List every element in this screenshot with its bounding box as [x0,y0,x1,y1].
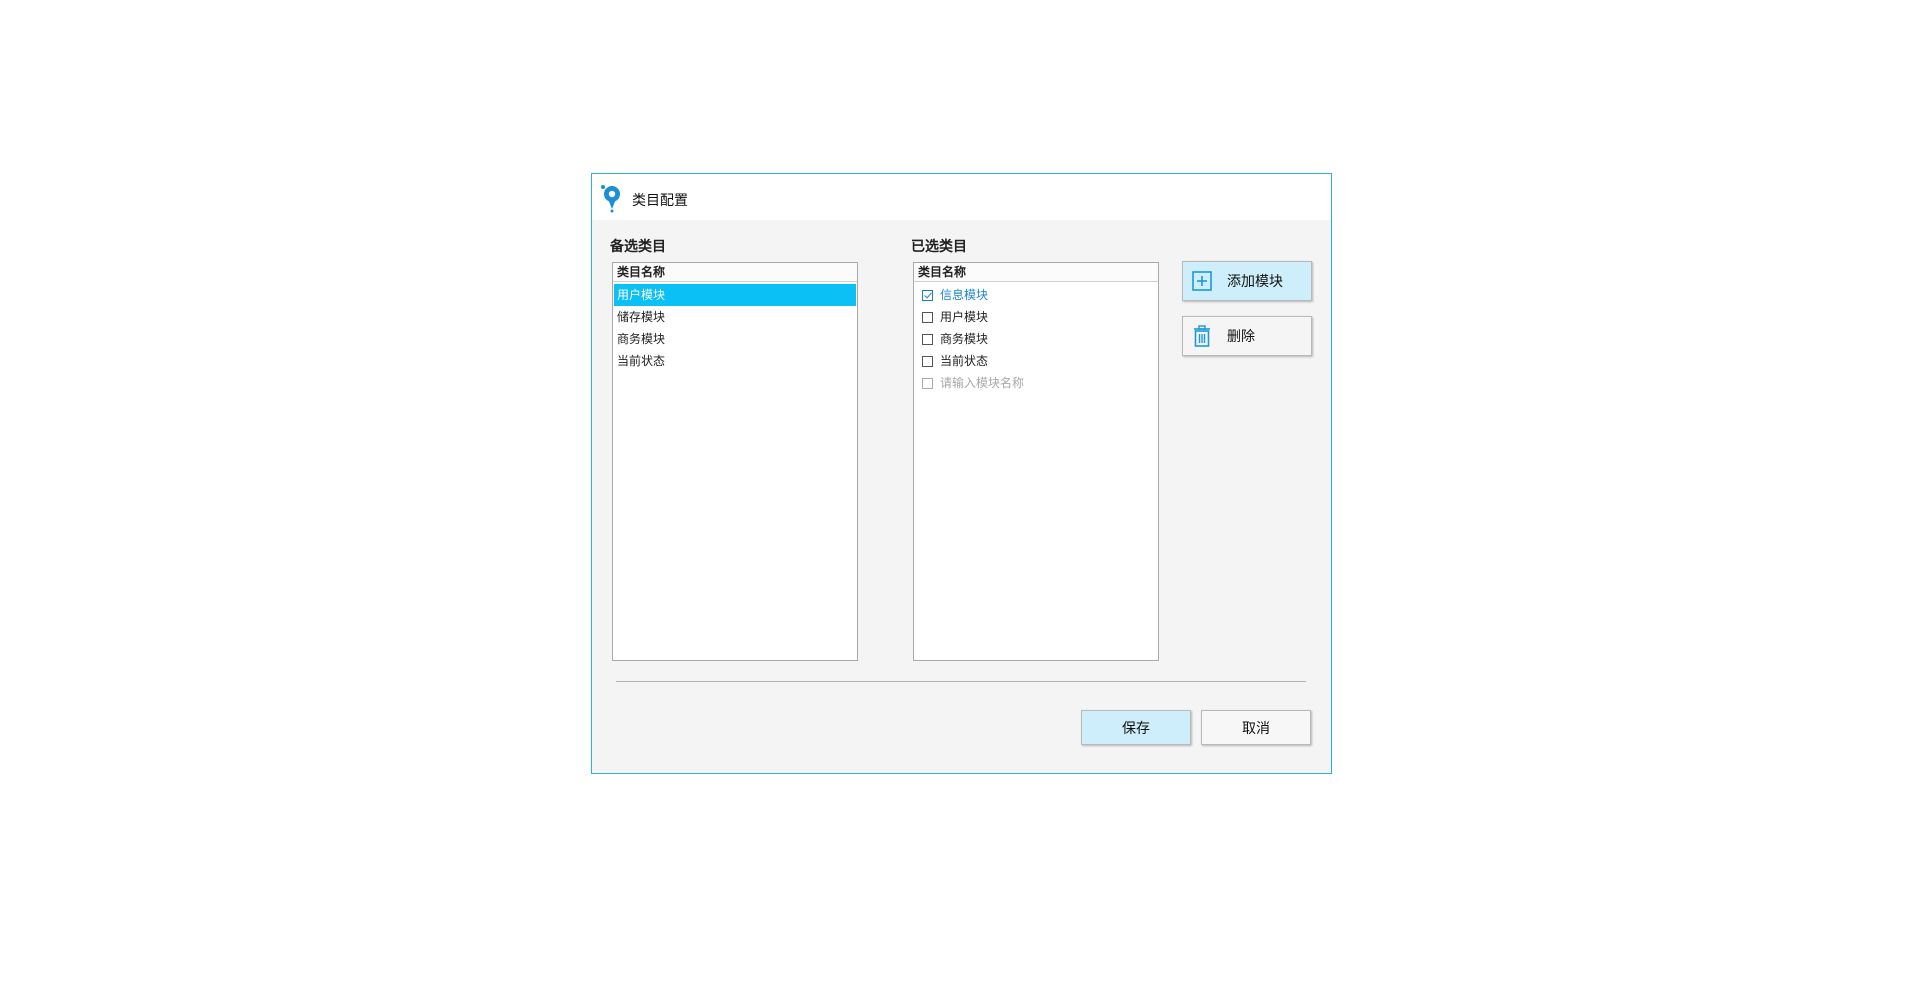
dialog-title: 类目配置 [632,193,688,209]
checkbox[interactable] [922,333,933,345]
add-module-label: 添加模块 [1227,274,1283,290]
delete-button[interactable]: 删除 [1182,316,1312,356]
app-logo-icon [601,185,620,213]
checklist-item-label: 当前状态 [940,354,989,368]
checkbox[interactable] [922,355,933,367]
checklist-item-label: 商务模块 [940,332,989,346]
checkbox[interactable] [922,377,933,389]
list-item[interactable]: 储存模块 [614,306,856,328]
selected-categories-label: 已选类目 [911,239,967,255]
list-item[interactable]: 商务模块 [614,328,856,350]
available-categories-label: 备选类目 [610,239,666,255]
checklist-item[interactable]: 信息模块 [914,284,1158,306]
checkbox-checked[interactable] [922,289,933,301]
new-module-entry[interactable]: 请输入模块名称 [914,372,1158,394]
checkbox[interactable] [922,311,933,323]
plus-square-icon [1192,271,1212,291]
category-config-dialog: 类目配置 备选类目 已选类目 类目名称 用户模块 储存模块 商务模块 当前状态 … [591,173,1332,774]
trash-icon [1194,325,1210,347]
checklist-item-label: 用户模块 [940,310,989,324]
footer-divider [616,681,1306,682]
delete-label: 删除 [1227,329,1255,345]
cancel-button[interactable]: 取消 [1201,710,1311,745]
selected-categories-list[interactable]: 类目名称 信息模块 用户模块 商务模块 当前状态 请输入模块名称 [913,262,1159,661]
checklist-item[interactable]: 用户模块 [914,306,1158,328]
checklist-item[interactable]: 当前状态 [914,350,1158,372]
list-item[interactable]: 用户模块 [614,284,856,306]
column-header-category-name[interactable]: 类目名称 [914,263,1158,282]
dialog-titlebar: 类目配置 [592,174,1331,220]
add-module-button[interactable]: 添加模块 [1182,261,1312,301]
column-header-category-name[interactable]: 类目名称 [613,263,857,282]
available-categories-list[interactable]: 类目名称 用户模块 储存模块 商务模块 当前状态 [612,262,858,661]
new-module-name-input[interactable]: 请输入模块名称 [940,372,1024,394]
list-item[interactable]: 当前状态 [614,350,856,372]
checklist-item-label: 信息模块 [940,288,989,302]
save-button[interactable]: 保存 [1081,710,1191,745]
checklist-item[interactable]: 商务模块 [914,328,1158,350]
